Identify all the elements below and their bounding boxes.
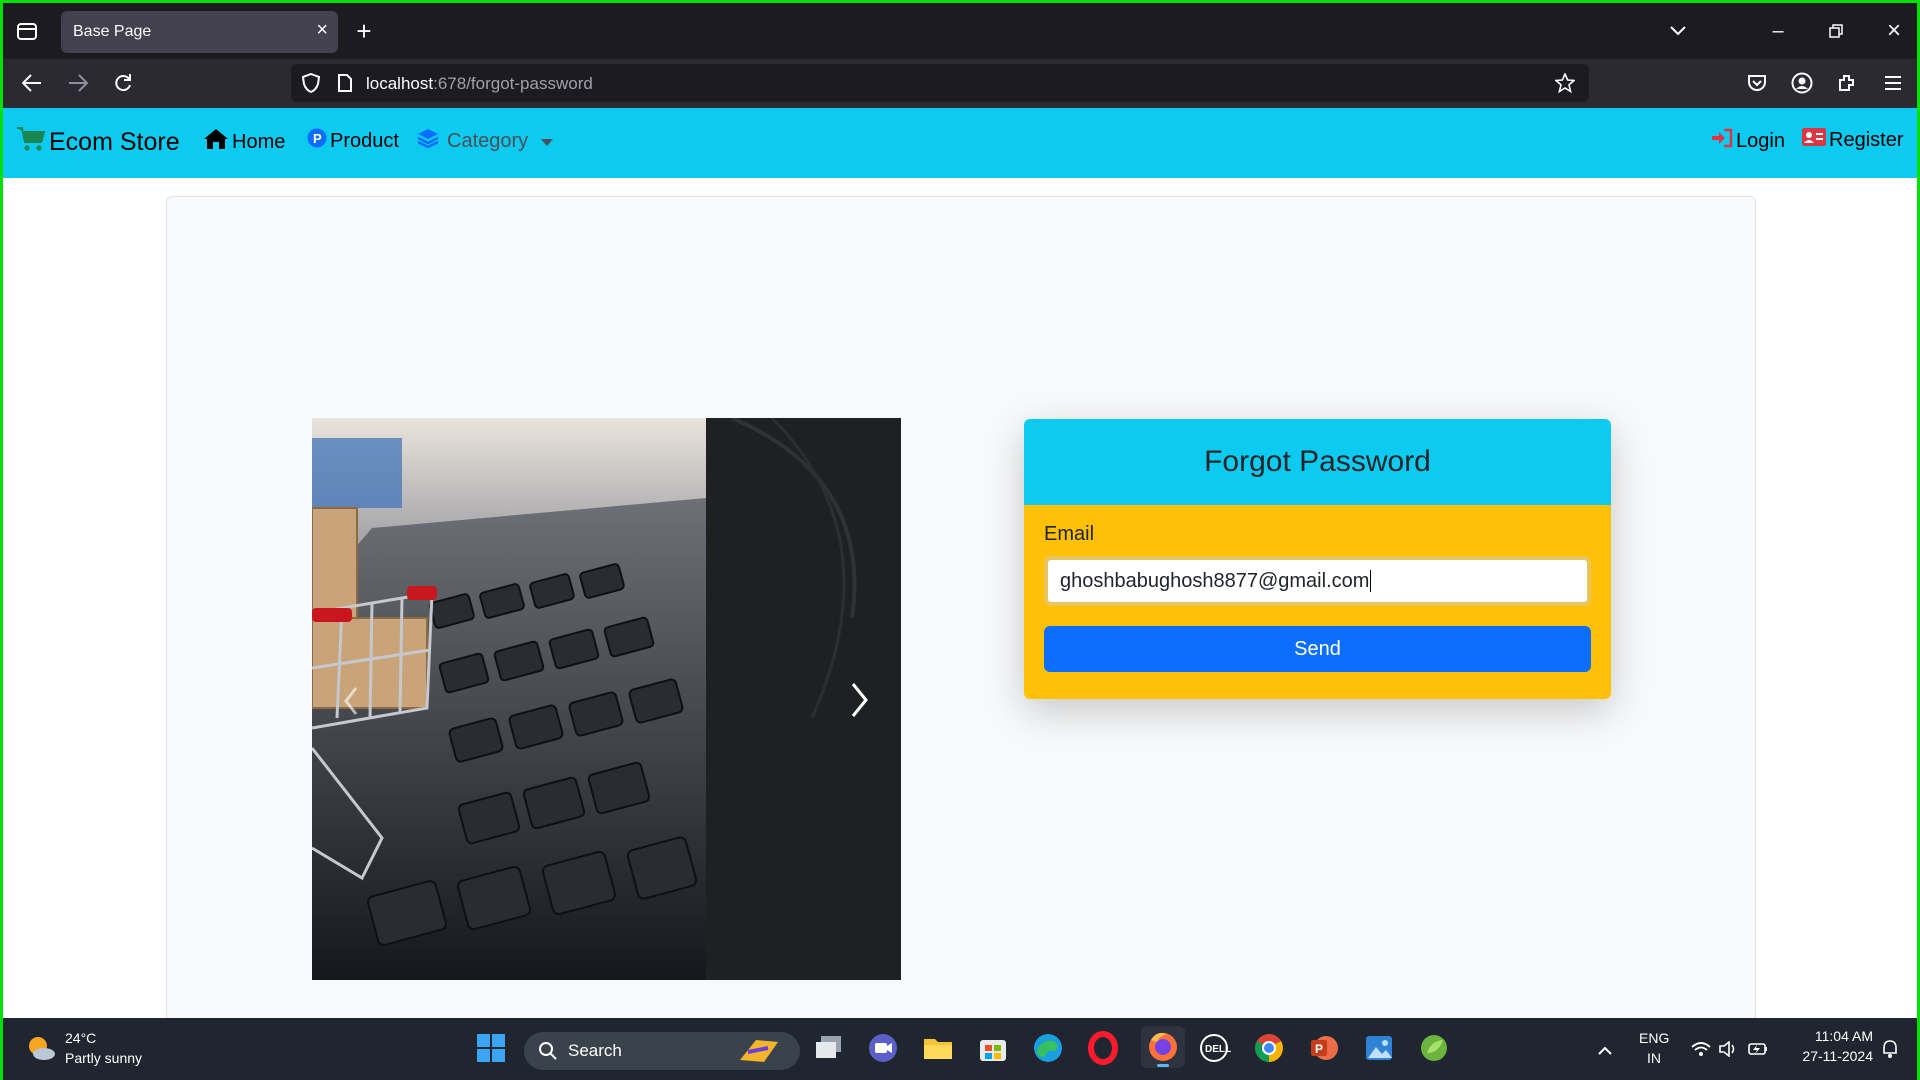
windows-taskbar: 24°C Partly sunny Search DELL P ENG IN 1… xyxy=(3,1018,1917,1080)
temperature: 24°C xyxy=(65,1030,97,1046)
page-icon[interactable] xyxy=(333,71,357,95)
search-icon xyxy=(538,1041,558,1066)
browser-toolbar: localhost:678/forgot-password xyxy=(3,59,1917,108)
card-body: Email ghoshbabughosh8877@gmail.com Send xyxy=(1024,505,1611,699)
search-placeholder: Search xyxy=(568,1041,622,1060)
lang-top: ENG xyxy=(1639,1030,1670,1046)
weather-text: Partly sunny xyxy=(65,1050,143,1066)
microsoft-store-icon[interactable] xyxy=(976,1031,1010,1065)
taskbar-search[interactable]: Search xyxy=(524,1032,800,1070)
carousel-next-icon[interactable] xyxy=(837,674,877,724)
time: 11:04 AM xyxy=(1814,1028,1873,1044)
nav-login-label: Login xyxy=(1736,129,1785,152)
account-icon[interactable] xyxy=(1788,69,1816,97)
tab-base-page[interactable]: Base Page × xyxy=(61,11,338,53)
reload-icon[interactable] xyxy=(108,68,138,98)
wifi-icon[interactable] xyxy=(1688,1036,1714,1062)
close-window-icon[interactable]: × xyxy=(1879,16,1909,46)
product-icon: P xyxy=(307,128,327,154)
nav-category-label: Category xyxy=(447,129,529,152)
date: 27-11-2024 xyxy=(1802,1048,1873,1064)
opera-icon[interactable] xyxy=(1086,1031,1120,1065)
nav-product[interactable]: P Product xyxy=(307,128,399,154)
start-windows-icon[interactable] xyxy=(474,1031,508,1065)
url-text[interactable]: localhost:678/forgot-password xyxy=(366,74,593,94)
restore-icon[interactable] xyxy=(1821,16,1851,46)
nav-home-label: Home xyxy=(232,130,286,153)
meet-icon[interactable] xyxy=(866,1031,900,1065)
menu-icon[interactable] xyxy=(1879,69,1907,97)
spring-tool-icon[interactable] xyxy=(1417,1031,1451,1065)
minimize-icon[interactable]: – xyxy=(1763,16,1793,46)
dell-icon[interactable]: DELL xyxy=(1197,1031,1231,1065)
edge-icon[interactable] xyxy=(1031,1031,1065,1065)
laptop-cart-image xyxy=(312,418,901,980)
site-navbar: Ecom Store Home P Product Category Login… xyxy=(3,108,1917,178)
url-bar[interactable]: localhost:678/forgot-password xyxy=(291,64,1589,102)
form-title: Forgot Password xyxy=(1204,445,1431,478)
chevron-down-icon[interactable] xyxy=(1663,16,1693,46)
text-cursor xyxy=(1370,570,1372,592)
nav-product-label: Product xyxy=(330,129,399,152)
browser-titlebar: Base Page × + – × xyxy=(3,3,1917,59)
svg-text:P: P xyxy=(313,131,322,146)
powerpoint-icon[interactable]: P xyxy=(1307,1031,1341,1065)
nav-register[interactable]: Register xyxy=(1802,128,1903,152)
nav-category-dropdown[interactable]: Category xyxy=(417,128,554,154)
home-icon xyxy=(203,128,229,156)
tab-list-icon[interactable] xyxy=(13,17,41,45)
svg-text:DELL: DELL xyxy=(1205,1044,1231,1055)
language-indicator[interactable]: ENG IN xyxy=(1637,1030,1677,1070)
firefox-icon[interactable] xyxy=(1141,1026,1185,1068)
shopping-cart-icon xyxy=(16,126,46,159)
brand-link[interactable]: Ecom Store xyxy=(16,126,180,159)
notification-bell-icon[interactable] xyxy=(1877,1036,1903,1062)
url-host: localhost xyxy=(366,74,434,93)
email-value: ghoshbabughosh8877@gmail.com xyxy=(1060,569,1370,592)
lang-bottom: IN xyxy=(1647,1050,1661,1066)
image-carousel xyxy=(312,418,901,980)
tab-close-icon[interactable]: × xyxy=(316,19,328,42)
clock[interactable]: 11:04 AM 27-11-2024 xyxy=(1783,1026,1873,1070)
carousel-prev-icon[interactable] xyxy=(337,674,377,724)
content-container: Forgot Password Email ghoshbabughosh8877… xyxy=(166,196,1756,1018)
nav-register-label: Register xyxy=(1829,128,1904,151)
chrome-icon[interactable] xyxy=(1252,1031,1286,1065)
back-icon[interactable] xyxy=(17,68,47,98)
photos-icon[interactable] xyxy=(1362,1031,1396,1065)
bookmark-star-icon[interactable] xyxy=(1553,71,1577,95)
id-card-icon xyxy=(1802,128,1826,152)
email-label: Email xyxy=(1044,523,1095,545)
web-page: Ecom Store Home P Product Category Login… xyxy=(3,108,1917,1018)
login-icon xyxy=(1711,128,1733,154)
search-highlight-icon xyxy=(736,1036,782,1071)
send-button[interactable]: Send xyxy=(1044,626,1591,672)
nav-home[interactable]: Home xyxy=(203,128,285,156)
forgot-password-card: Forgot Password Email ghoshbabughosh8877… xyxy=(1024,419,1611,699)
extensions-icon[interactable] xyxy=(1833,69,1861,97)
layers-icon xyxy=(417,128,439,154)
weather-widget[interactable]: 24°C Partly sunny xyxy=(25,1028,175,1072)
volume-icon[interactable] xyxy=(1716,1036,1742,1062)
url-path: :678/forgot-password xyxy=(433,74,593,93)
caret-down-icon xyxy=(541,130,554,153)
battery-icon[interactable] xyxy=(1745,1036,1771,1062)
card-header: Forgot Password xyxy=(1024,419,1611,505)
new-tab-icon[interactable]: + xyxy=(349,16,379,46)
file-explorer-icon[interactable] xyxy=(921,1031,955,1065)
email-field[interactable]: ghoshbabughosh8877@gmail.com xyxy=(1044,556,1591,606)
nav-login[interactable]: Login xyxy=(1711,128,1785,154)
svg-text:P: P xyxy=(1315,1042,1323,1056)
tab-title: Base Page xyxy=(73,23,152,40)
chevron-up-icon[interactable] xyxy=(1593,1038,1617,1062)
partly-sunny-icon xyxy=(25,1032,57,1069)
brand-name: Ecom Store xyxy=(49,128,180,156)
pocket-icon[interactable] xyxy=(1743,69,1771,97)
task-view-icon[interactable] xyxy=(812,1031,846,1065)
shield-icon[interactable] xyxy=(299,71,323,95)
forward-icon[interactable] xyxy=(63,68,93,98)
